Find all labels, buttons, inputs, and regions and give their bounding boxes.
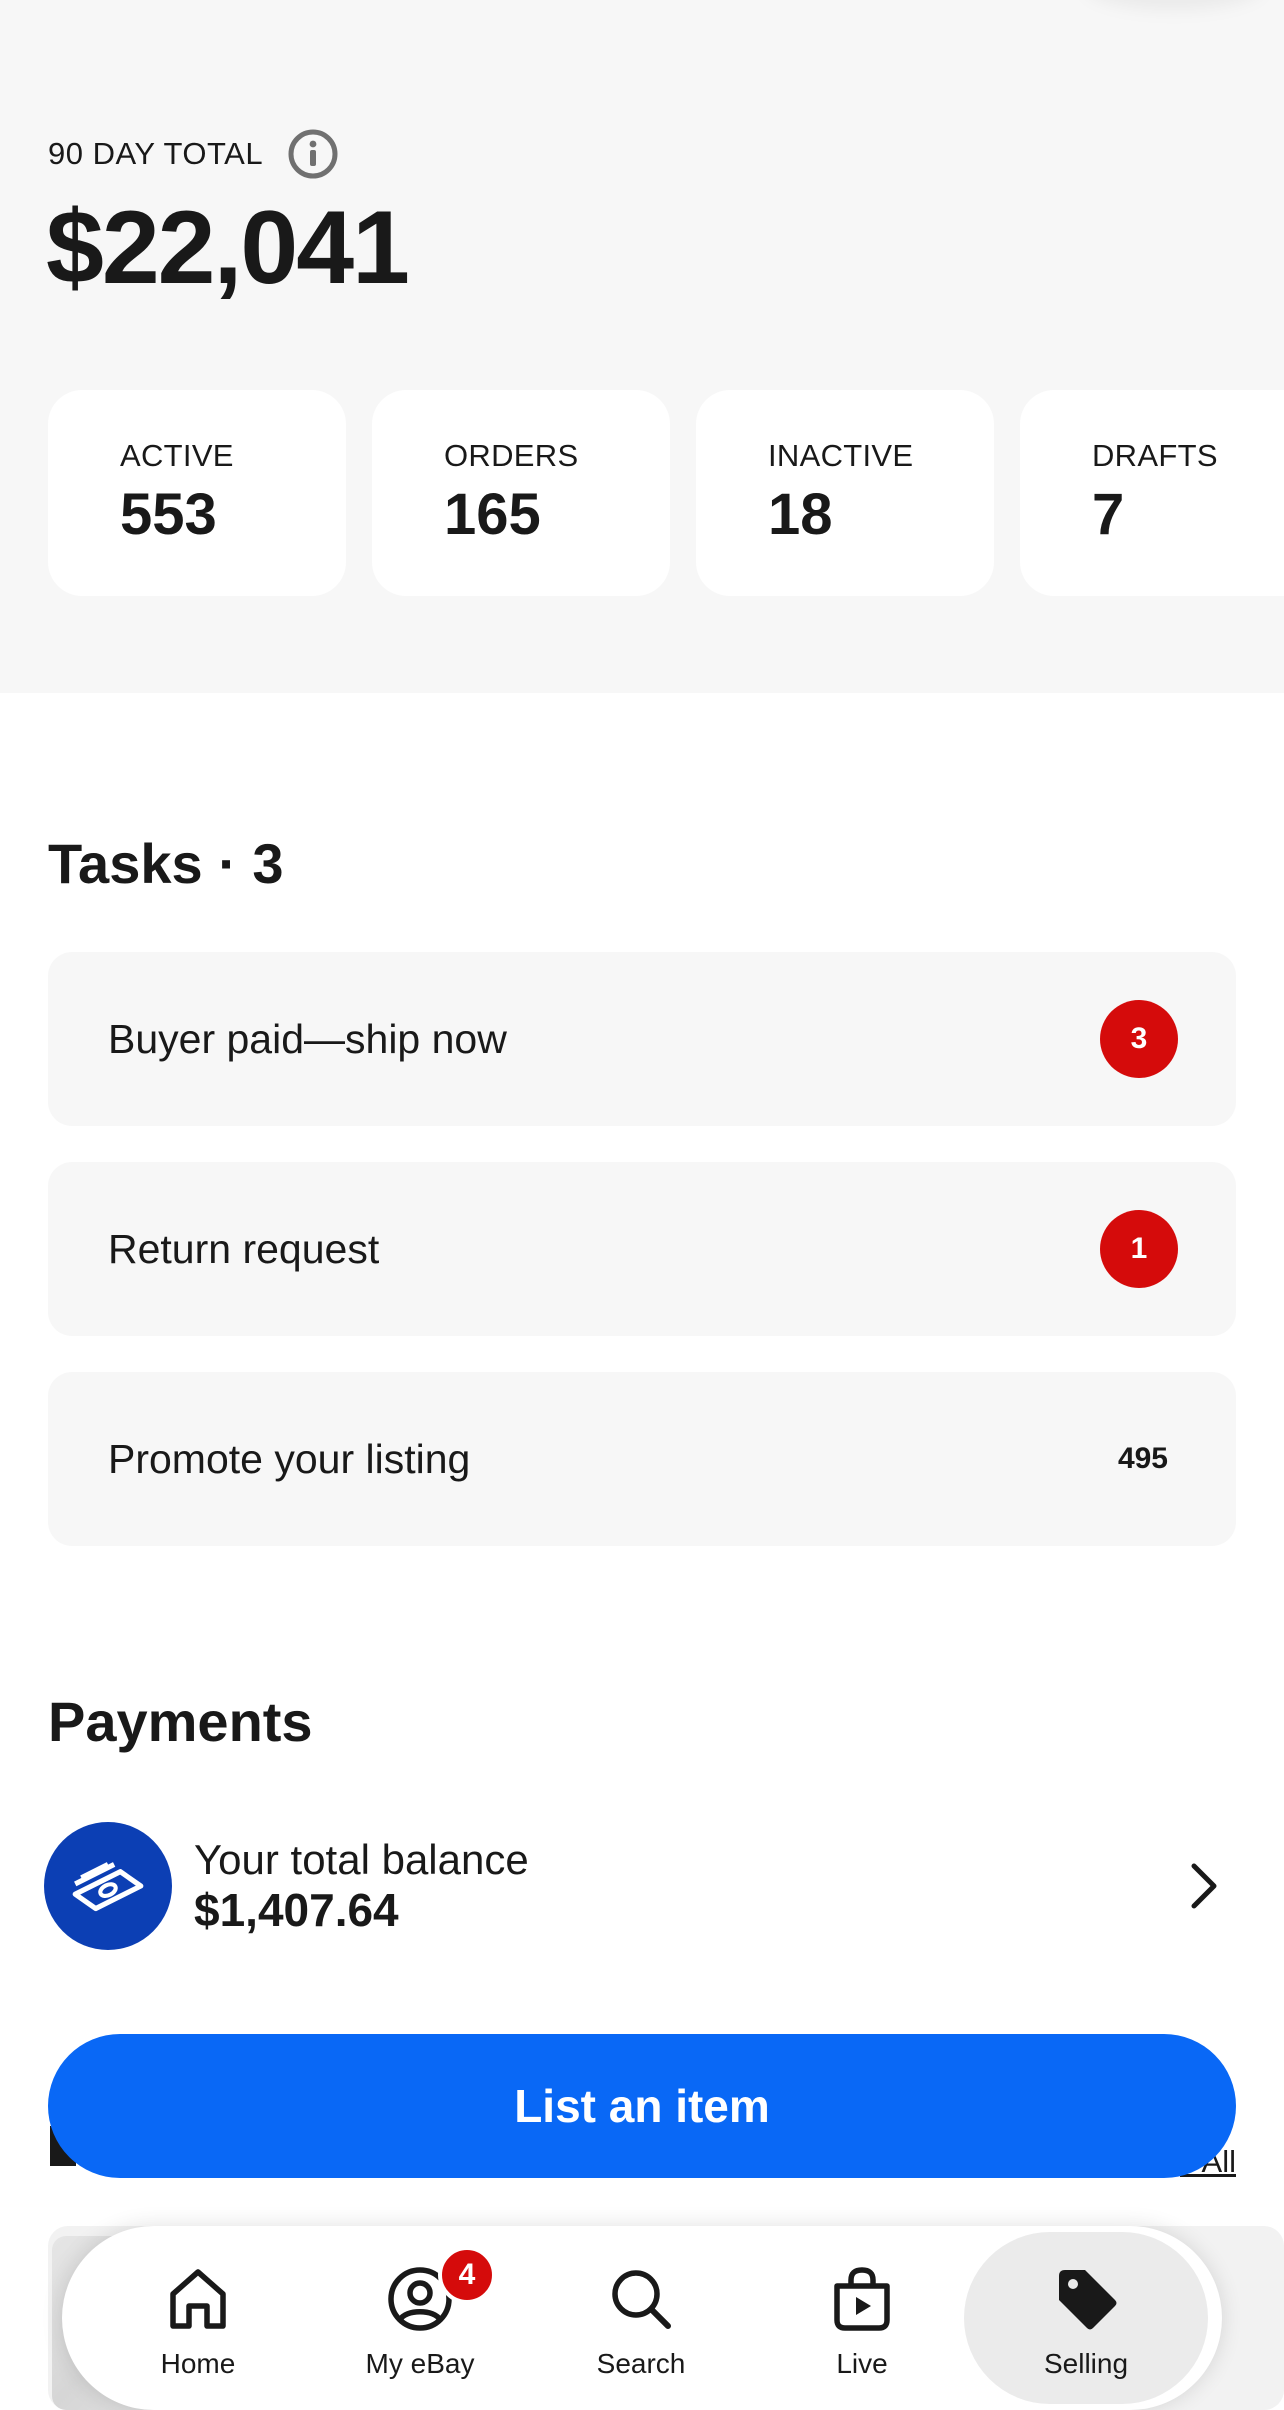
- stat-card-orders[interactable]: ORDERS 165: [372, 390, 670, 596]
- nav-label: Search: [596, 2348, 686, 2379]
- ninety-day-total-label: 90 DAY TOTAL: [48, 136, 264, 171]
- nav-label: Live: [836, 2348, 888, 2379]
- info-icon[interactable]: [287, 128, 339, 180]
- nav-selling[interactable]: Selling: [964, 2232, 1208, 2404]
- stat-value: 18: [768, 482, 833, 547]
- task-buyer-paid-ship-now[interactable]: Buyer paid—ship now 3: [48, 952, 1236, 1126]
- nav-my-ebay[interactable]: My eBay: [320, 2226, 520, 2410]
- stat-value: 553: [120, 482, 217, 547]
- task-return-request[interactable]: Return request 1: [48, 1162, 1236, 1336]
- task-count: 495: [1117, 1442, 1168, 1475]
- total-balance-row[interactable]: Your total balance $1,407.64: [44, 1822, 1240, 1950]
- selling-overview-page: 90 DAY TOTAL $22,041 ACTIVE 553 ORDERS 1…: [0, 0, 1284, 2410]
- stat-label: DRAFTS: [1092, 438, 1218, 473]
- stat-label: ACTIVE: [120, 438, 234, 473]
- nav-live[interactable]: Live: [762, 2226, 962, 2410]
- notification-badge: 4: [438, 2246, 496, 2304]
- stat-label: INACTIVE: [768, 438, 914, 473]
- list-an-item-button[interactable]: List an item: [48, 2034, 1236, 2178]
- decorative-shadow: [1084, 0, 1264, 10]
- nav-label: Home: [160, 2348, 236, 2379]
- stat-card-drafts[interactable]: DRAFTS 7: [1020, 390, 1284, 596]
- bottom-navigation: Home My eBay 4 Search Live Selling: [62, 2226, 1222, 2410]
- stat-card-active[interactable]: ACTIVE 553: [48, 390, 346, 596]
- stat-cards: ACTIVE 553 ORDERS 165 INACTIVE 18 DRAFTS…: [48, 390, 1284, 596]
- payments-title: Payments: [48, 1690, 313, 1753]
- stat-value: 7: [1092, 482, 1125, 547]
- nav-label: My eBay: [365, 2348, 475, 2379]
- task-label: Return request: [108, 1225, 380, 1272]
- task-label: Buyer paid—ship now: [108, 1015, 507, 1062]
- total-label-row: 90 DAY TOTAL: [48, 128, 339, 180]
- balance-text: Your total balance $1,407.64: [194, 1835, 529, 1936]
- search-icon: [612, 2270, 671, 2329]
- chevron-right-icon: [1184, 1860, 1224, 1912]
- tag-icon: [1059, 2270, 1117, 2330]
- balance-value: $1,407.64: [194, 1883, 399, 1936]
- balance-label: Your total balance: [194, 1835, 529, 1883]
- sales-summary: 90 DAY TOTAL $22,041 ACTIVE 553 ORDERS 1…: [0, 0, 1284, 693]
- live-bag-icon: [834, 2267, 890, 2331]
- task-label: Promote your listing: [108, 1435, 471, 1482]
- task-count-badge: 1: [1100, 1210, 1178, 1288]
- task-count-badge: 3: [1100, 1000, 1178, 1078]
- home-icon: [170, 2269, 226, 2329]
- stat-card-inactive[interactable]: INACTIVE 18: [696, 390, 994, 596]
- stat-value: 165: [444, 482, 541, 547]
- nav-home[interactable]: Home: [98, 2226, 298, 2410]
- task-promote-listing[interactable]: Promote your listing 495: [48, 1372, 1236, 1546]
- tasks-title: Tasks · 3: [48, 832, 284, 895]
- cash-stack-icon: [44, 1822, 172, 1950]
- nav-search[interactable]: Search: [541, 2226, 741, 2410]
- nav-label: Selling: [1043, 2348, 1129, 2379]
- ninety-day-total-amount: $22,041: [46, 190, 410, 306]
- stat-label: ORDERS: [444, 438, 579, 473]
